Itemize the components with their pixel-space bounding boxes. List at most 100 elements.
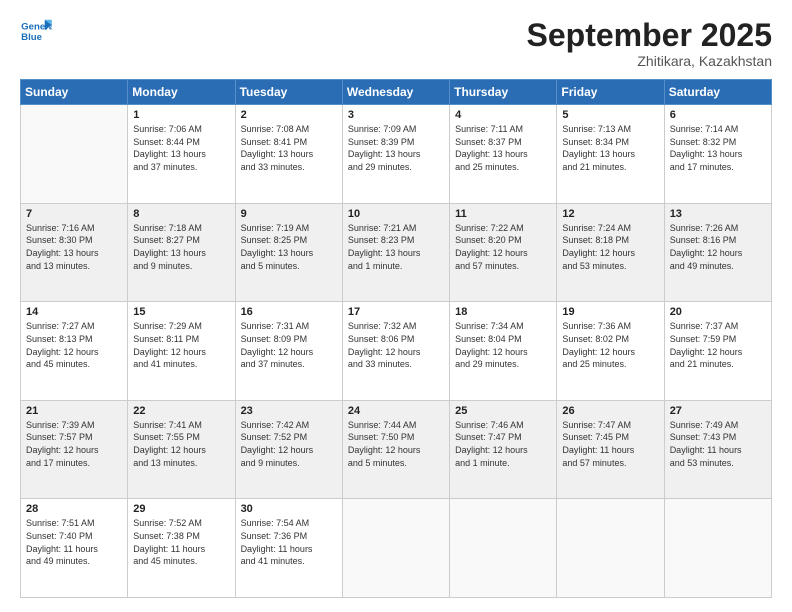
day-info: Sunrise: 7:47 AM Sunset: 7:45 PM Dayligh…	[562, 419, 658, 469]
day-info: Sunrise: 7:39 AM Sunset: 7:57 PM Dayligh…	[26, 419, 122, 469]
day-info: Sunrise: 7:08 AM Sunset: 8:41 PM Dayligh…	[241, 123, 337, 173]
table-row: 11 Sunrise: 7:22 AM Sunset: 8:20 PM Dayli…	[450, 203, 557, 302]
location-subtitle: Zhitikara, Kazakhstan	[527, 53, 772, 69]
day-info: Sunrise: 7:09 AM Sunset: 8:39 PM Dayligh…	[348, 123, 444, 173]
header-monday: Monday	[128, 80, 235, 105]
day-number: 22	[133, 405, 229, 417]
day-number: 29	[133, 503, 229, 515]
table-row: 12 Sunrise: 7:24 AM Sunset: 8:18 PM Dayli…	[557, 203, 664, 302]
table-row: 13 Sunrise: 7:26 AM Sunset: 8:16 PM Dayli…	[664, 203, 771, 302]
day-number: 7	[26, 208, 122, 220]
day-number: 17	[348, 306, 444, 318]
day-info: Sunrise: 7:46 AM Sunset: 7:47 PM Dayligh…	[455, 419, 551, 469]
day-number: 16	[241, 306, 337, 318]
table-row: 8Sunrise: 7:18 AM Sunset: 8:27 PM Daylig…	[128, 203, 235, 302]
table-row: 30Sunrise: 7:54 AM Sunset: 7:36 PM Dayli…	[235, 499, 342, 598]
day-info: Sunrise: 7:26 AM Sunset: 8:16 PM Dayligh…	[670, 222, 766, 272]
day-info: Sunrise: 7:06 AM Sunset: 8:44 PM Dayligh…	[133, 123, 229, 173]
calendar-header-row: Sunday Monday Tuesday Wednesday Thursday…	[21, 80, 772, 105]
day-number: 21	[26, 405, 122, 417]
table-row: 24 Sunrise: 7:44 AM Sunset: 7:50 PM Dayli…	[342, 400, 449, 499]
day-info: Sunrise: 7:18 AM Sunset: 8:27 PM Dayligh…	[133, 222, 229, 272]
day-info: Sunrise: 7:24 AM Sunset: 8:18 PM Dayligh…	[562, 222, 658, 272]
month-title: September 2025	[527, 18, 772, 53]
day-info: Sunrise: 7:29 AM Sunset: 8:11 PM Dayligh…	[133, 320, 229, 370]
day-info: Sunrise: 7:19 AM Sunset: 8:25 PM Dayligh…	[241, 222, 337, 272]
table-row	[664, 499, 771, 598]
calendar-week-3: 14Sunrise: 7:27 AM Sunset: 8:13 PM Dayli…	[21, 302, 772, 401]
table-row: 3 Sunrise: 7:09 AM Sunset: 8:39 PM Daylig…	[342, 105, 449, 204]
day-info: Sunrise: 7:14 AM Sunset: 8:32 PM Dayligh…	[670, 123, 766, 173]
day-number: 6	[670, 109, 766, 121]
day-info: Sunrise: 7:16 AM Sunset: 8:30 PM Dayligh…	[26, 222, 122, 272]
table-row: 10Sunrise: 7:21 AM Sunset: 8:23 PM Dayli…	[342, 203, 449, 302]
day-number: 1	[133, 109, 229, 121]
calendar-table: Sunday Monday Tuesday Wednesday Thursday…	[20, 79, 772, 598]
day-number: 14	[26, 306, 122, 318]
header-friday: Friday	[557, 80, 664, 105]
title-section: September 2025 Zhitikara, Kazakhstan	[527, 18, 772, 69]
day-number: 4	[455, 109, 551, 121]
table-row: 5 Sunrise: 7:13 AM Sunset: 8:34 PM Daylig…	[557, 105, 664, 204]
day-info: Sunrise: 7:44 AM Sunset: 7:50 PM Dayligh…	[348, 419, 444, 469]
table-row: 19 Sunrise: 7:36 AM Sunset: 8:02 PM Dayli…	[557, 302, 664, 401]
day-info: Sunrise: 7:52 AM Sunset: 7:38 PM Dayligh…	[133, 517, 229, 567]
day-number: 10	[348, 208, 444, 220]
page-header: General Blue September 2025 Zhitikara, K…	[20, 18, 772, 69]
day-info: Sunrise: 7:32 AM Sunset: 8:06 PM Dayligh…	[348, 320, 444, 370]
header-wednesday: Wednesday	[342, 80, 449, 105]
table-row: 28 Sunrise: 7:51 AM Sunset: 7:40 PM Dayli…	[21, 499, 128, 598]
table-row: 23 Sunrise: 7:42 AM Sunset: 7:52 PM Dayli…	[235, 400, 342, 499]
table-row: 25 Sunrise: 7:46 AM Sunset: 7:47 PM Dayli…	[450, 400, 557, 499]
table-row: 15 Sunrise: 7:29 AM Sunset: 8:11 PM Dayli…	[128, 302, 235, 401]
day-number: 12	[562, 208, 658, 220]
table-row: 27 Sunrise: 7:49 AM Sunset: 7:43 PM Dayli…	[664, 400, 771, 499]
calendar-week-4: 21 Sunrise: 7:39 AM Sunset: 7:57 PM Dayli…	[21, 400, 772, 499]
table-row: 29 Sunrise: 7:52 AM Sunset: 7:38 PM Dayli…	[128, 499, 235, 598]
table-row	[342, 499, 449, 598]
day-info: Sunrise: 7:37 AM Sunset: 7:59 PM Dayligh…	[670, 320, 766, 370]
table-row: 17 Sunrise: 7:32 AM Sunset: 8:06 PM Dayli…	[342, 302, 449, 401]
table-row	[450, 499, 557, 598]
day-info: Sunrise: 7:34 AM Sunset: 8:04 PM Dayligh…	[455, 320, 551, 370]
header-tuesday: Tuesday	[235, 80, 342, 105]
day-info: Sunrise: 7:51 AM Sunset: 7:40 PM Dayligh…	[26, 517, 122, 567]
day-number: 2	[241, 109, 337, 121]
day-info: Sunrise: 7:49 AM Sunset: 7:43 PM Dayligh…	[670, 419, 766, 469]
day-number: 11	[455, 208, 551, 220]
table-row: 7 Sunrise: 7:16 AM Sunset: 8:30 PM Daylig…	[21, 203, 128, 302]
day-number: 23	[241, 405, 337, 417]
table-row: 16 Sunrise: 7:31 AM Sunset: 8:09 PM Dayli…	[235, 302, 342, 401]
day-info: Sunrise: 7:36 AM Sunset: 8:02 PM Dayligh…	[562, 320, 658, 370]
day-number: 19	[562, 306, 658, 318]
day-number: 15	[133, 306, 229, 318]
day-info: Sunrise: 7:31 AM Sunset: 8:09 PM Dayligh…	[241, 320, 337, 370]
day-number: 24	[348, 405, 444, 417]
day-number: 5	[562, 109, 658, 121]
day-number: 3	[348, 109, 444, 121]
day-number: 27	[670, 405, 766, 417]
calendar-week-2: 7 Sunrise: 7:16 AM Sunset: 8:30 PM Daylig…	[21, 203, 772, 302]
table-row: 9 Sunrise: 7:19 AM Sunset: 8:25 PM Daylig…	[235, 203, 342, 302]
day-number: 28	[26, 503, 122, 515]
day-number: 9	[241, 208, 337, 220]
table-row: 2 Sunrise: 7:08 AM Sunset: 8:41 PM Daylig…	[235, 105, 342, 204]
day-number: 25	[455, 405, 551, 417]
day-number: 20	[670, 306, 766, 318]
day-number: 26	[562, 405, 658, 417]
table-row	[21, 105, 128, 204]
table-row: 20 Sunrise: 7:37 AM Sunset: 7:59 PM Dayli…	[664, 302, 771, 401]
calendar-week-5: 28 Sunrise: 7:51 AM Sunset: 7:40 PM Dayli…	[21, 499, 772, 598]
day-number: 13	[670, 208, 766, 220]
calendar-week-1: 1 Sunrise: 7:06 AM Sunset: 8:44 PM Daylig…	[21, 105, 772, 204]
day-info: Sunrise: 7:54 AM Sunset: 7:36 PM Dayligh…	[241, 517, 337, 567]
table-row: 26 Sunrise: 7:47 AM Sunset: 7:45 PM Dayli…	[557, 400, 664, 499]
day-number: 18	[455, 306, 551, 318]
day-info: Sunrise: 7:11 AM Sunset: 8:37 PM Dayligh…	[455, 123, 551, 173]
day-info: Sunrise: 7:22 AM Sunset: 8:20 PM Dayligh…	[455, 222, 551, 272]
table-row: 1 Sunrise: 7:06 AM Sunset: 8:44 PM Daylig…	[128, 105, 235, 204]
header-sunday: Sunday	[21, 80, 128, 105]
table-row: 4 Sunrise: 7:11 AM Sunset: 8:37 PM Daylig…	[450, 105, 557, 204]
day-info: Sunrise: 7:13 AM Sunset: 8:34 PM Dayligh…	[562, 123, 658, 173]
day-info: Sunrise: 7:42 AM Sunset: 7:52 PM Dayligh…	[241, 419, 337, 469]
